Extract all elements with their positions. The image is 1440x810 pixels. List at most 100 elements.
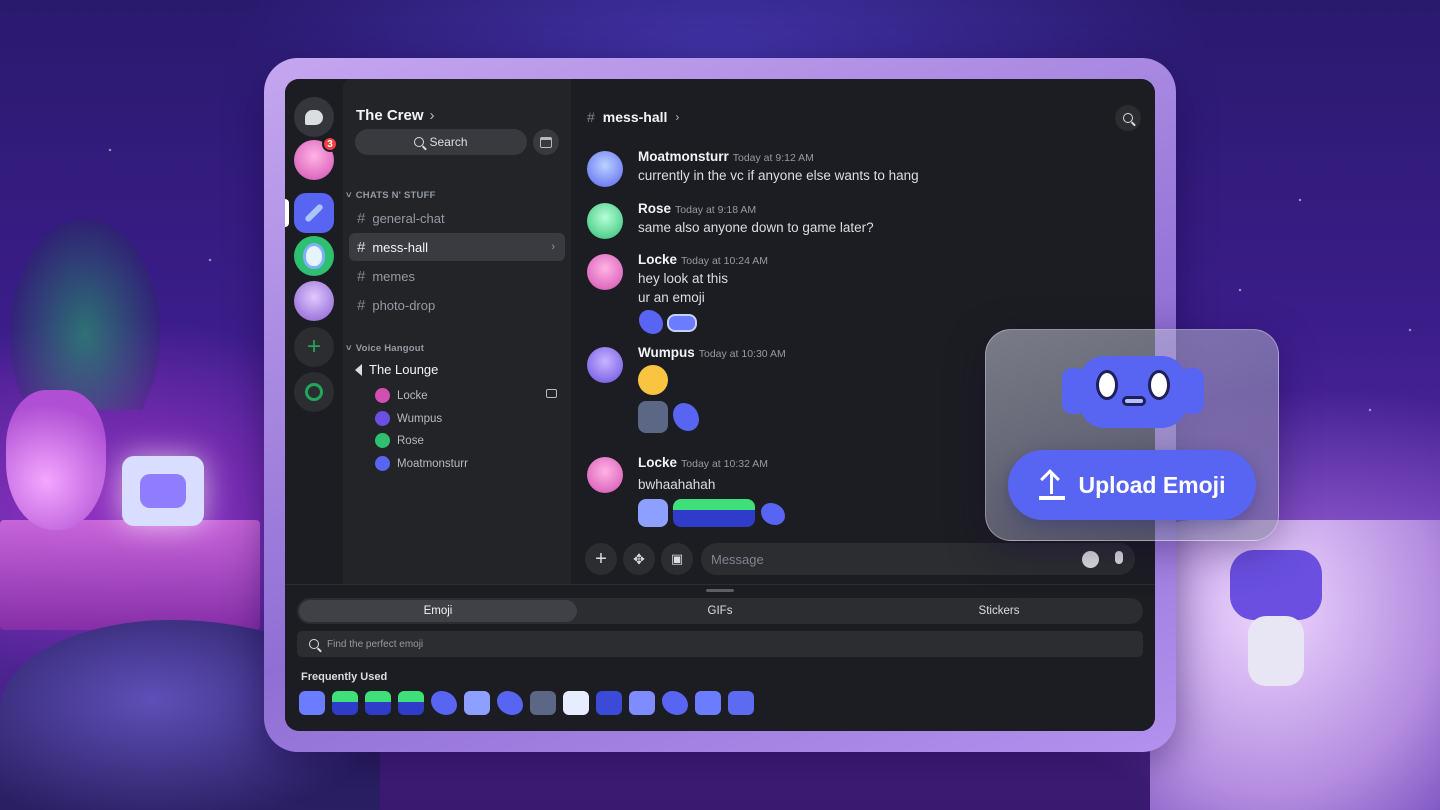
tab-label: Stickers <box>978 605 1020 617</box>
hash-icon: # <box>587 109 595 125</box>
background-plant <box>10 220 160 410</box>
events-button[interactable] <box>533 129 559 155</box>
hash-icon: # <box>357 267 366 285</box>
avatar <box>587 151 623 187</box>
picker-tabs: Emoji GIFs Stickers <box>297 598 1143 624</box>
plus-icon: + <box>306 333 321 360</box>
server-search-button[interactable]: Search <box>355 129 527 155</box>
emoji-item[interactable] <box>596 691 622 715</box>
tab-gifs[interactable]: GIFs <box>581 600 859 622</box>
mic-icon[interactable] <box>1115 551 1123 564</box>
emoji-item[interactable] <box>629 691 655 715</box>
category-text[interactable]: ˅ CHATS N' STUFF <box>346 190 436 201</box>
slime-keyboard-emoji[interactable] <box>673 499 755 527</box>
search-icon <box>1123 113 1133 123</box>
dm-avatar-locke[interactable]: 3 <box>294 136 338 180</box>
channel-label: general-chat <box>372 210 445 226</box>
robot-emoji[interactable] <box>638 499 668 527</box>
chat-bubble-icon <box>305 109 323 125</box>
voice-user[interactable]: Wumpus <box>375 411 442 426</box>
message-timestamp: Today at 9:18 AM <box>675 204 757 216</box>
server-icon-the-crew[interactable] <box>294 193 334 233</box>
emoji-item[interactable] <box>431 691 457 715</box>
plus-icon: + <box>595 547 607 570</box>
frequently-used-row <box>299 691 754 715</box>
discover-button[interactable] <box>294 372 334 412</box>
voice-user[interactable]: Rose <box>375 433 424 448</box>
wumpus-run-emoji[interactable] <box>673 403 699 431</box>
attach-button[interactable]: + <box>585 543 617 575</box>
chevron-right-icon: › <box>551 241 555 253</box>
gift-button[interactable]: ▣ <box>661 543 693 575</box>
active-server-indicator <box>285 199 289 227</box>
avatar <box>587 254 623 290</box>
emoji-item[interactable] <box>662 691 688 715</box>
robot-sad-emoji[interactable] <box>638 401 668 433</box>
voice-user[interactable]: Moatmonsturr <box>375 456 468 471</box>
wumpus-emoji[interactable] <box>761 503 785 525</box>
wumpus-emoji[interactable] <box>639 310 663 334</box>
emoji-item[interactable] <box>563 691 589 715</box>
upload-emoji-card: Upload Emoji <box>985 329 1279 541</box>
emoji-search-placeholder: Find the perfect emoji <box>327 638 424 650</box>
sword-icon <box>304 203 324 223</box>
server-name-header[interactable]: The Crew › <box>356 107 435 124</box>
sweat-smile-emoji[interactable] <box>638 365 668 395</box>
server-icon-egg[interactable] <box>294 236 334 276</box>
message-text: same also anyone down to game later? <box>638 220 874 235</box>
emoji-item[interactable] <box>365 691 391 715</box>
author-name: Moatmonsturr <box>638 149 729 164</box>
category-voice[interactable]: ˅ Voice Hangout <box>346 343 424 354</box>
avatar <box>587 203 623 239</box>
emoji-item[interactable] <box>497 691 523 715</box>
upload-emoji-label: Upload Emoji <box>1078 471 1226 498</box>
robot-emoji-preview <box>1062 352 1204 432</box>
author-name: Locke <box>638 455 678 470</box>
message-author: Moatmonsturr Today at 9:12 AM <box>638 149 814 164</box>
message-text: bwhaahahah <box>638 477 716 492</box>
chevron-right-icon: › <box>429 107 435 124</box>
channel-memes[interactable]: # memes <box>349 262 565 290</box>
emoji-item[interactable] <box>728 691 754 715</box>
robot-emoji[interactable] <box>667 314 697 332</box>
emoji-item[interactable] <box>464 691 490 715</box>
voice-channel-the-lounge[interactable]: The Lounge <box>355 362 438 377</box>
emoji-item[interactable] <box>299 691 325 715</box>
tab-stickers[interactable]: Stickers <box>860 600 1138 622</box>
drawer-handle[interactable] <box>706 589 734 592</box>
emoji-item[interactable] <box>695 691 721 715</box>
direct-messages-button[interactable] <box>294 97 334 137</box>
avatar <box>587 457 623 493</box>
add-server-button[interactable]: + <box>294 327 334 367</box>
hash-icon: # <box>357 209 366 227</box>
emoji-item[interactable] <box>398 691 424 715</box>
voice-user-name: Rose <box>397 434 424 447</box>
avatar <box>375 433 390 448</box>
channel-photo-drop[interactable]: # photo-drop <box>349 291 565 319</box>
upload-icon <box>1038 469 1065 500</box>
compass-icon <box>305 383 323 401</box>
message-timestamp: Today at 10:32 AM <box>681 458 769 470</box>
emoji-search-input[interactable]: Find the perfect emoji <box>297 631 1143 657</box>
emoji-item[interactable] <box>530 691 556 715</box>
apps-button[interactable]: ✥ <box>623 543 655 575</box>
upload-emoji-button[interactable]: Upload Emoji <box>1008 450 1256 520</box>
message-input[interactable]: Message <box>701 543 1135 575</box>
channel-mess-hall[interactable]: # mess-hall › <box>349 233 565 261</box>
chat-search-button[interactable] <box>1115 105 1141 131</box>
voice-user[interactable]: Locke <box>375 388 428 403</box>
background-shelf <box>0 520 260 630</box>
channel-sidebar: The Crew › Search ˅ CHATS N' STUFF # genera… <box>343 79 571 584</box>
chat-header[interactable]: # mess-hall › <box>587 109 679 125</box>
server-icon-anime[interactable] <box>294 281 334 321</box>
channel-general-chat[interactable]: # general-chat <box>349 204 565 232</box>
tab-emoji[interactable]: Emoji <box>299 600 577 622</box>
emoji-picker: Emoji GIFs Stickers Find the perfect emo… <box>285 584 1155 731</box>
message-text: currently in the vc if anyone else wants… <box>638 168 919 183</box>
smile-icon[interactable] <box>1082 551 1099 568</box>
background-discord-cube <box>122 456 204 526</box>
emoji-item[interactable] <box>332 691 358 715</box>
background-wumpus-figure <box>1220 550 1330 690</box>
message-author: Locke Today at 10:32 AM <box>638 455 768 470</box>
message-author: Rose Today at 9:18 AM <box>638 201 756 216</box>
